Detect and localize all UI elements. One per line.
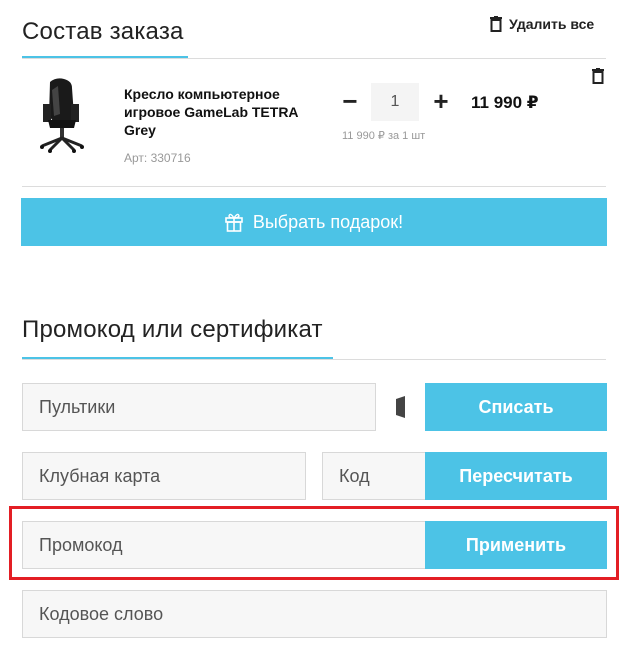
product-name-line: игровое GameLab TETRA xyxy=(124,104,299,120)
remove-item-trash-icon[interactable] xyxy=(591,68,605,84)
promo-title: Промокод или сертификат xyxy=(22,316,323,343)
delete-all-label: Удалить все xyxy=(509,16,595,32)
gift-icon xyxy=(225,213,243,232)
product-divider xyxy=(22,186,606,187)
promocode-input[interactable] xyxy=(22,521,426,569)
product-name-line: Кресло компьютерное xyxy=(124,86,280,102)
club-card-input[interactable] xyxy=(22,452,306,500)
product-image[interactable] xyxy=(28,76,98,156)
order-divider xyxy=(22,58,606,59)
quantity-decrease-button[interactable]: − xyxy=(339,88,361,114)
product-name[interactable]: Кресло компьютерное игровое GameLab TETR… xyxy=(124,85,314,139)
pultiki-input[interactable] xyxy=(22,383,376,431)
quantity-input[interactable]: 1 xyxy=(371,83,419,121)
write-off-button[interactable]: Списать xyxy=(425,383,607,431)
codeword-input[interactable] xyxy=(22,590,607,638)
choose-gift-label: Выбрать подарок! xyxy=(252,211,404,232)
club-card-code-input[interactable] xyxy=(322,452,426,500)
recalculate-button[interactable]: Пересчитать xyxy=(425,452,607,500)
order-title: Состав заказа xyxy=(22,18,184,45)
product-name-line: Grey xyxy=(124,122,156,138)
product-sku: Арт: 330716 xyxy=(124,151,191,165)
unit-price: 11 990 ₽ за 1 шт xyxy=(342,130,426,142)
quantity-increase-button[interactable]: + xyxy=(430,88,452,114)
promo-divider xyxy=(22,359,606,360)
trash-icon xyxy=(490,16,502,32)
pultiki-icon xyxy=(396,396,405,418)
choose-gift-button[interactable]: Выбрать подарок! xyxy=(21,198,607,246)
delete-all-button[interactable]: Удалить все xyxy=(489,16,594,32)
product-price: 11 990 ₽ xyxy=(471,93,539,112)
apply-promocode-button[interactable]: Применить xyxy=(425,521,607,569)
